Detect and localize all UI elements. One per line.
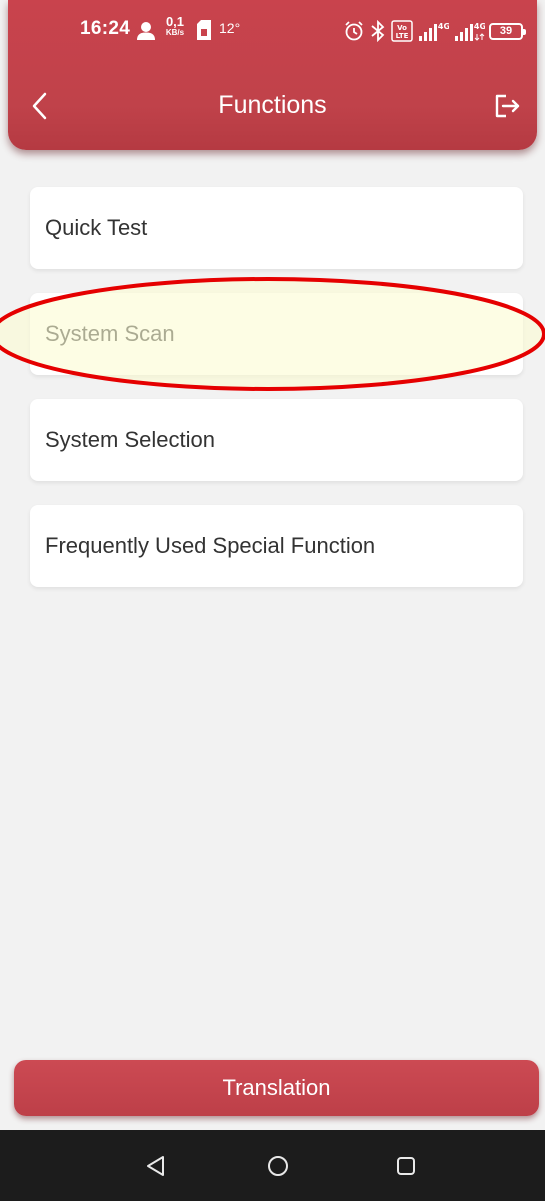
svg-text:4G: 4G — [474, 22, 485, 31]
menu-item-label: Quick Test — [45, 215, 148, 240]
status-bar: 16:24 0,1 KB/s 12° Vo LTE 4G 4G 39 — [8, 14, 537, 48]
signal-icon: 4G — [417, 20, 449, 42]
menu-item-system-selection[interactable]: System Selection — [30, 399, 523, 481]
battery-icon: 39 — [489, 22, 526, 40]
circle-home-icon — [268, 1156, 288, 1176]
net-speed-unit: KB/s — [165, 28, 185, 37]
square-recents-icon — [397, 1157, 415, 1175]
volte-icon: Vo LTE — [391, 20, 413, 42]
title-bar: Functions — [8, 76, 537, 136]
menu-item-label: Frequently Used Special Function — [45, 533, 376, 558]
logout-icon — [495, 94, 520, 118]
alarm-icon — [343, 20, 365, 42]
back-button[interactable] — [22, 86, 58, 126]
menu-item-system-scan[interactable]: System Scan — [30, 293, 523, 375]
system-navigation-bar — [0, 1130, 545, 1201]
system-recents-button[interactable] — [390, 1150, 422, 1182]
exit-button[interactable] — [487, 86, 527, 126]
menu-item-label: System Scan — [45, 321, 175, 346]
menu-item-label: System Selection — [45, 427, 215, 452]
sim-card-icon — [196, 20, 212, 40]
svg-text:LTE: LTE — [396, 32, 409, 40]
user-icon — [135, 20, 157, 42]
net-speed-value: 0,1 — [165, 14, 185, 29]
translation-button[interactable]: Translation — [14, 1060, 539, 1116]
chevron-left-icon — [32, 92, 47, 120]
status-time: 16:24 — [80, 18, 131, 39]
status-temperature: 12° — [219, 20, 241, 36]
status-right-icons: Vo LTE 4G 4G 39 — [343, 17, 526, 45]
triangle-back-icon — [147, 1156, 164, 1176]
translation-label: Translation — [222, 1075, 331, 1100]
function-list: Quick Test System Scan System Selection … — [30, 187, 523, 611]
menu-item-quick-test[interactable]: Quick Test — [30, 187, 523, 269]
svg-text:4G: 4G — [438, 22, 449, 31]
net-speed: 0,1 KB/s — [160, 14, 190, 38]
system-home-button[interactable] — [262, 1150, 294, 1182]
system-back-button[interactable] — [140, 1150, 172, 1182]
page-title: Functions — [218, 91, 327, 119]
svg-text:Vo: Vo — [397, 24, 407, 32]
signal-icon: 4G — [453, 20, 485, 42]
app-header: 16:24 0,1 KB/s 12° Vo LTE 4G 4G 39 Funct… — [8, 0, 537, 150]
menu-item-special-function[interactable]: Frequently Used Special Function — [30, 505, 523, 587]
bluetooth-icon — [369, 20, 387, 42]
screen: 16:24 0,1 KB/s 12° Vo LTE 4G 4G 39 Funct… — [0, 0, 545, 1201]
